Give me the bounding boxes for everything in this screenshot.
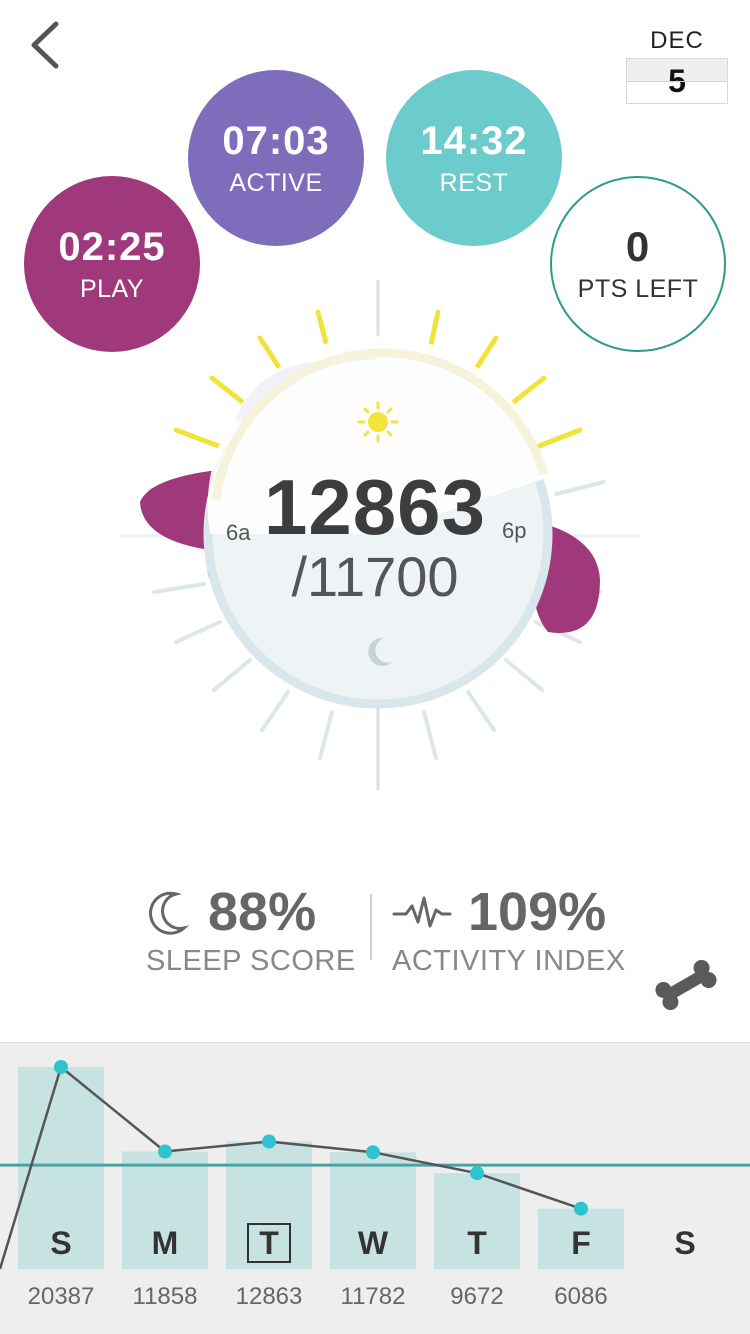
day-letter[interactable]: S bbox=[642, 1223, 728, 1263]
activity-index-label: ACTIVITY INDEX bbox=[392, 945, 626, 977]
trend-point bbox=[574, 1201, 588, 1216]
activity-dial[interactable]: 6a 6p 12863 /11700 bbox=[0, 250, 750, 810]
day-steps-value: 9672 bbox=[450, 1283, 504, 1310]
sleep-score[interactable]: 88% SLEEP SCORE bbox=[146, 880, 356, 978]
weekly-history: S 20387 M 11858 T 12863 W 11782 T 9672 F 6086 S bbox=[0, 1042, 750, 1334]
active-time-label: ACTIVE bbox=[229, 169, 323, 197]
activity-index[interactable]: 109% ACTIVITY INDEX bbox=[392, 880, 626, 978]
day-letter[interactable]: M bbox=[122, 1223, 208, 1263]
day-steps-value: 11782 bbox=[340, 1283, 406, 1310]
steps-count: 12863 bbox=[264, 463, 486, 551]
stats-row: 88% SLEEP SCORE 109% ACTIVITY INDEX bbox=[0, 880, 750, 980]
day-steps-value: 20387 bbox=[27, 1283, 95, 1310]
date-selector[interactable]: DEC 5 bbox=[626, 24, 728, 106]
active-time-bubble[interactable]: 07:03 ACTIVE bbox=[188, 70, 364, 246]
sleep-score-label: SLEEP SCORE bbox=[146, 945, 356, 977]
trend-point bbox=[470, 1166, 484, 1181]
activity-index-value: 109% bbox=[468, 882, 607, 942]
day-steps-value: 11858 bbox=[132, 1283, 198, 1310]
day-letter[interactable]: S bbox=[18, 1223, 104, 1263]
active-time-value: 07:03 bbox=[222, 119, 330, 163]
bone-icon bbox=[655, 959, 717, 1011]
day-steps-value: 12863 bbox=[235, 1283, 303, 1310]
trend-point bbox=[158, 1144, 172, 1159]
chevron-left-icon bbox=[31, 21, 59, 69]
rest-time-value: 14:32 bbox=[420, 119, 528, 163]
day-letter[interactable]: F bbox=[538, 1223, 624, 1263]
sleep-score-value: 88% bbox=[208, 882, 317, 942]
trend-point bbox=[54, 1060, 68, 1074]
date-month: DEC bbox=[650, 27, 704, 54]
stats-divider bbox=[370, 894, 372, 960]
day-steps-value: 6086 bbox=[554, 1283, 608, 1310]
trend-point bbox=[366, 1145, 380, 1160]
rest-time-label: REST bbox=[439, 169, 509, 197]
back-button[interactable] bbox=[22, 18, 72, 74]
rest-time-bubble[interactable]: 14:32 REST bbox=[386, 70, 562, 246]
day-letter[interactable]: W bbox=[330, 1223, 416, 1263]
trend-point bbox=[262, 1134, 276, 1149]
steps-goal: /11700 bbox=[291, 545, 459, 608]
day-letter[interactable]: T bbox=[226, 1223, 312, 1263]
bone-button[interactable] bbox=[652, 956, 720, 1014]
date-day: 5 bbox=[626, 58, 728, 104]
day-letter[interactable]: T bbox=[434, 1223, 520, 1263]
sun-icon bbox=[357, 401, 399, 443]
